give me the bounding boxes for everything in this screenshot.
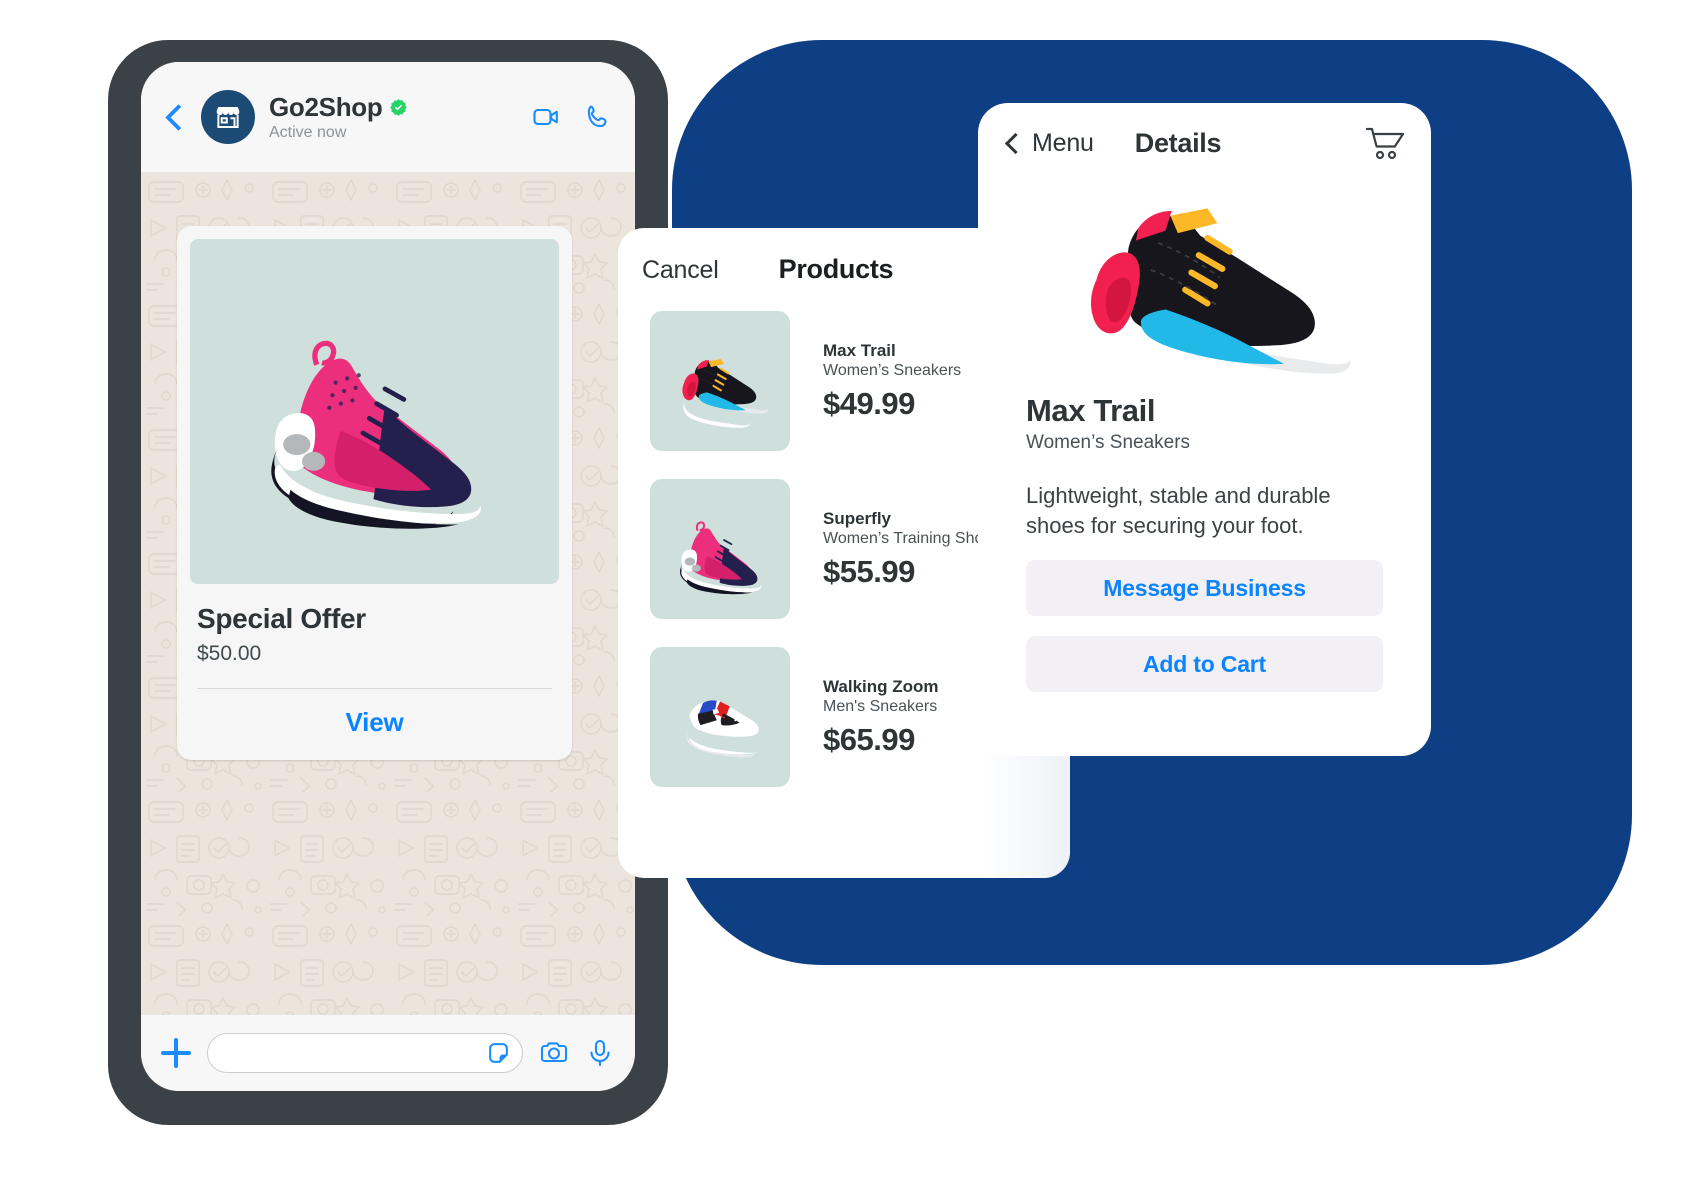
chat-message-area: Special Offer $50.00 View [141, 172, 635, 1015]
contact-info: Go2Shop Active now [269, 92, 531, 142]
message-input-wrapper[interactable] [207, 1033, 523, 1073]
plus-icon[interactable] [161, 1038, 191, 1068]
chat-header-actions [531, 102, 613, 132]
chat-header: Go2Shop Active now [141, 62, 635, 172]
product-card-title: Special Offer [197, 603, 366, 634]
product-info: Superfly Women’s Training Shoes $55.99 [823, 509, 1000, 590]
products-title: Products [778, 254, 894, 284]
black-red-sneaker [650, 311, 790, 451]
product-card-price: $50.00 [197, 642, 262, 665]
verified-badge-icon [390, 99, 408, 116]
product-subtitle: Women’s Training Shoes [823, 529, 1001, 547]
add-to-cart-button[interactable]: Add to Cart [1026, 636, 1383, 693]
product-info: Walking Zoom Men's Sneakers $65.99 [823, 677, 939, 758]
product-description: Lightweight, stable and durable shoes fo… [1026, 483, 1331, 538]
pink-navy-sneaker [190, 239, 559, 584]
contact-name: Go2Shop [269, 92, 383, 122]
pink-navy-sneaker [650, 479, 790, 619]
screenshot-stage: Go2Shop Active now Special Offer $50.00 … [0, 0, 1700, 1200]
storefront-icon[interactable] [201, 90, 255, 144]
chat-input-bar [141, 1015, 635, 1091]
product-subtitle: Men's Sneakers [823, 697, 938, 715]
product-price: $55.99 [823, 553, 915, 589]
product-info: Max Trail Women’s Sneakers $49.99 [823, 341, 961, 422]
product-price: $49.99 [823, 385, 915, 421]
phone-device-frame: Go2Shop Active now Special Offer $50.00 … [108, 40, 668, 1125]
camera-icon[interactable] [539, 1038, 569, 1068]
product-price: $65.99 [823, 721, 915, 757]
chevron-left-icon [1004, 135, 1021, 152]
contact-status: Active now [269, 124, 347, 141]
phone-screen: Go2Shop Active now Special Offer $50.00 … [141, 62, 635, 1091]
chevron-left-icon[interactable] [163, 106, 185, 128]
sticker-icon[interactable] [486, 1041, 511, 1066]
message-input[interactable] [208, 1044, 486, 1062]
details-body: Max Trail Women’s Sneakers Lightweight, … [978, 385, 1431, 693]
cancel-button[interactable]: Cancel [642, 256, 719, 285]
white-blue-red-sneaker [650, 647, 790, 787]
product-message-card[interactable]: Special Offer $50.00 View [177, 226, 572, 760]
product-name: Walking Zoom [823, 676, 939, 696]
video-call-icon[interactable] [531, 102, 561, 132]
message-business-button[interactable]: Message Business [1026, 560, 1383, 617]
phone-call-icon[interactable] [583, 102, 613, 132]
microphone-icon[interactable] [585, 1038, 615, 1068]
view-button[interactable]: View [190, 689, 559, 760]
black-red-sneaker [978, 165, 1431, 400]
product-name: Superfly [823, 508, 892, 528]
product-subtitle: Women’s Sneakers [823, 361, 962, 379]
product-name: Max Trail [823, 340, 896, 360]
product-subtitle: Women’s Sneakers [1026, 432, 1191, 453]
details-panel: Menu Details Max Trail Women’s Sneakers … [978, 103, 1431, 756]
